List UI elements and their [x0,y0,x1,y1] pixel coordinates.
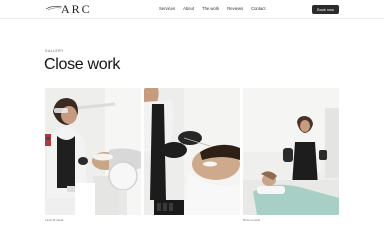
nav-link-about[interactable]: About [183,6,194,12]
gallery-photo-lash-lift[interactable] [45,88,141,215]
nav-link-reviews[interactable]: Reviews [227,6,243,12]
section-eyebrow: GALLERY [45,49,64,53]
book-now-button[interactable]: Book now [312,5,339,14]
logo-swoosh-icon [45,6,63,11]
nav-link-contact[interactable]: Contact [251,6,265,12]
logo-text: ARC [61,2,92,16]
gallery-photo-closeup[interactable] [144,88,240,215]
page-title: Close work [44,56,121,73]
photo-caption: Brow consult [243,218,261,222]
nav-link-services[interactable]: Services [159,6,175,12]
logo[interactable]: ARC [45,3,92,16]
gallery-photo-brow-consult[interactable] [243,88,339,215]
main-nav: Services About The work Reviews Contact [159,6,274,12]
photo-caption: Lash lift detail [45,218,64,222]
nav-link-the-work[interactable]: The work [202,6,219,12]
site-header: ARC Services About The work Reviews Cont… [0,0,384,19]
